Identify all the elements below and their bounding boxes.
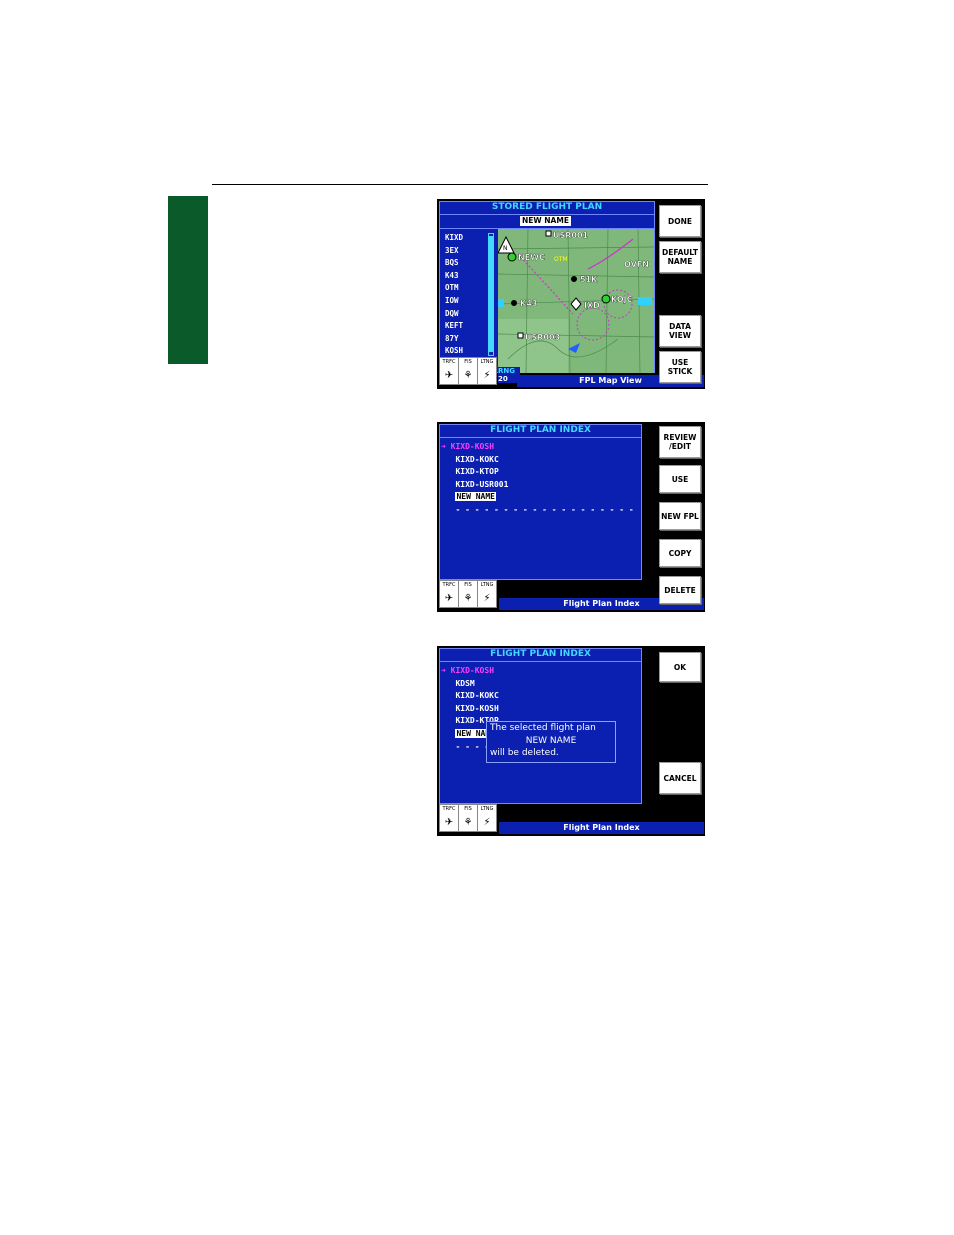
list-item[interactable]: KDSM: [441, 678, 499, 691]
fis-indicator: FIS ⚘: [459, 358, 478, 384]
data-view-button[interactable]: DATA VIEW: [659, 315, 701, 347]
flight-plan-index-panel: FLIGHT PLAN INDEX ➜ KIXD-KOSH KDSM KIXD-…: [439, 648, 642, 804]
fis-icon: ⚘: [463, 592, 473, 604]
map-label: USR003: [525, 333, 560, 342]
use-stick-button[interactable]: USE STICK: [659, 351, 701, 383]
airport-icon: [507, 252, 517, 262]
map-label: K43: [520, 299, 537, 308]
flight-plan-list: ➜ KIXD-KOSH KIXD-KOKC KIXD-KTOP KIXD-USR…: [441, 441, 634, 517]
plan-name-field[interactable]: NEW NAME: [520, 216, 571, 226]
traffic-icon: ✈: [444, 592, 454, 604]
screen-title: FLIGHT PLAN INDEX: [440, 425, 641, 438]
list-item[interactable]: KIXD-KOKC: [441, 454, 634, 467]
selection-arrow-icon: ➜: [441, 442, 446, 451]
list-item-selected[interactable]: ➜ KIXD-KOSH: [441, 665, 499, 678]
list-item[interactable]: KEFT: [445, 320, 463, 333]
new-fpl-button[interactable]: NEW FPL: [659, 502, 701, 530]
map-label: OTM: [554, 256, 568, 263]
dialog-line: The selected flight plan: [490, 723, 596, 733]
lightning-indicator: LTNG ⚡: [478, 358, 496, 384]
list-item-selected[interactable]: ➜ KIXD-KOSH: [441, 441, 634, 454]
list-item[interactable]: 3EX: [445, 245, 463, 258]
delete-button[interactable]: DELETE: [659, 576, 701, 604]
list-item[interactable]: OTM: [445, 282, 463, 295]
list-item[interactable]: KIXD-KOKC: [441, 690, 498, 703]
scrollbar-thumb[interactable]: [489, 236, 493, 352]
map-label: KOJC: [611, 295, 633, 304]
status-indicators: TRFC ✈ FIS ⚘ LTNG ⚡: [439, 357, 497, 385]
fis-indicator: FIS ⚘: [459, 581, 478, 607]
dialog-line: will be deleted.: [490, 748, 559, 758]
done-button[interactable]: DONE: [659, 205, 701, 237]
selection-arrow-icon: ➜: [441, 666, 446, 675]
dialog-plan-name: NEW NAME: [525, 735, 577, 746]
waypoint-list: KIXD 3EX BQS K43 OTM IOW DQW KEFT 87Y KO…: [445, 232, 463, 358]
delete-confirmation-dialog: The selected flight plan NEW NAME will b…: [486, 721, 616, 763]
fis-indicator: FIS ⚘: [459, 805, 478, 831]
svg-text:N: N: [503, 245, 508, 252]
stored-flight-plan-screen: STORED FLIGHT PLAN NEW NAME KIXD 3EX BQS…: [437, 199, 705, 389]
list-item[interactable]: KIXD-KTOP: [441, 466, 634, 479]
lightning-icon: ⚡: [483, 816, 491, 828]
fis-icon: ⚘: [463, 816, 473, 828]
traffic-indicator: TRFC ✈: [440, 805, 459, 831]
map-label: USR001: [553, 231, 589, 240]
fis-icon: ⚘: [463, 369, 473, 381]
list-item[interactable]: K43: [445, 270, 463, 283]
lightning-icon: ⚡: [483, 592, 491, 604]
list-item[interactable]: IOW: [445, 295, 463, 308]
status-indicators: TRFC ✈ FIS ⚘ LTNG ⚡: [439, 580, 497, 608]
ok-button[interactable]: OK: [659, 652, 701, 682]
cancel-button[interactable]: CANCEL: [659, 762, 701, 794]
list-item[interactable]: KIXD-KOSH: [441, 703, 498, 716]
delete-confirm-screen: FLIGHT PLAN INDEX ➜ KIXD-KOSH KDSM KIXD-…: [437, 646, 705, 836]
lightning-indicator: LTNG ⚡: [478, 805, 496, 831]
header-rule: [212, 184, 708, 185]
status-indicators: TRFC ✈ FIS ⚘ LTNG ⚡: [439, 804, 497, 832]
traffic-icon: ✈: [444, 369, 454, 381]
copy-button[interactable]: COPY: [659, 539, 701, 567]
list-item[interactable]: NEW NAME: [441, 491, 634, 504]
traffic-indicator: TRFC ✈: [440, 581, 459, 607]
lightning-indicator: LTNG ⚡: [478, 581, 496, 607]
traffic-indicator: TRFC ✈: [440, 358, 459, 384]
use-button[interactable]: USE: [659, 465, 701, 493]
flight-plan-index-screen: FLIGHT PLAN INDEX ➜ KIXD-KOSH KIXD-KOKC …: [437, 422, 705, 612]
map-label: 51K: [580, 275, 598, 284]
empty-slot[interactable]: - - - - - - - - - - - - - - - - - - -: [441, 504, 633, 517]
traffic-icon: ✈: [444, 816, 454, 828]
map-label: NEWC: [518, 253, 545, 262]
flight-plan-panel: STORED FLIGHT PLAN NEW NAME KIXD 3EX BQS…: [439, 201, 655, 383]
screen-title: STORED FLIGHT PLAN: [440, 202, 654, 215]
list-item[interactable]: BQS: [445, 257, 463, 270]
screen-title: FLIGHT PLAN INDEX: [440, 649, 641, 662]
list-item[interactable]: DQW: [445, 308, 463, 321]
bottom-title-bar: Flight Plan Index: [499, 822, 704, 834]
review-edit-button[interactable]: REVIEW /EDIT: [659, 426, 701, 458]
moving-map[interactable]: N NEWC USR001 OTM 51K K43 IXD KOJC OVFN …: [498, 229, 654, 373]
map-label: IXD: [584, 301, 600, 310]
default-name-button[interactable]: DEFAULT NAME: [659, 241, 701, 273]
flight-plan-index-panel: FLIGHT PLAN INDEX ➜ KIXD-KOSH KIXD-KOKC …: [439, 424, 642, 580]
list-item[interactable]: KIXD: [445, 232, 463, 245]
lightning-icon: ⚡: [483, 369, 491, 381]
list-item[interactable]: KIXD-USR001: [441, 479, 634, 492]
map-label: OVFN: [624, 260, 649, 269]
list-item[interactable]: 87Y: [445, 333, 463, 346]
scrollbar[interactable]: [488, 233, 494, 356]
chapter-tab: [168, 196, 208, 364]
